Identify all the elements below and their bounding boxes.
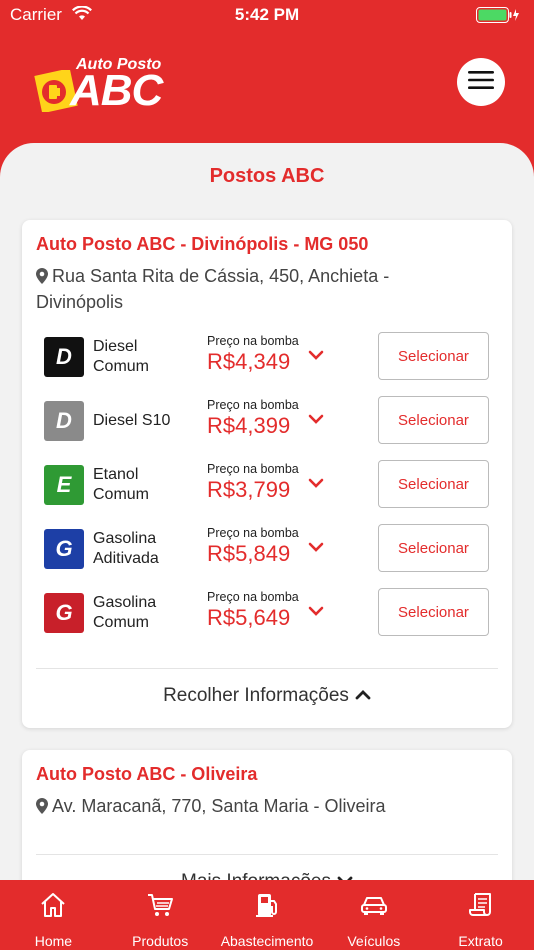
diesel-s10-icon: D <box>44 401 84 441</box>
tab-label: Abastecimento <box>220 933 314 949</box>
gasolina-aditivada-icon: G <box>44 529 84 569</box>
station-address: Av. Maracanã, 770, Santa Maria - Oliveir… <box>36 794 452 820</box>
tab-label: Veículos <box>347 933 401 949</box>
fuel-row: D Diesel Comum Preço na bomba R$4,349 Se… <box>44 332 494 386</box>
select-button[interactable]: Selecionar <box>378 524 489 572</box>
divider <box>36 668 498 669</box>
price-label: Preço na bomba <box>207 590 299 604</box>
receipt-icon <box>467 890 495 920</box>
fuel-name: Etanol Comum <box>93 466 150 503</box>
address-text: Av. Maracanã, 770, Santa Maria - Oliveir… <box>52 796 386 816</box>
select-button[interactable]: Selecionar <box>378 588 489 636</box>
toggle-label: Recolher Informações <box>163 685 349 706</box>
fuel-row: D Diesel S10 Preço na bomba R$4,399 Sele… <box>44 396 494 450</box>
bottom-tab-bar: Home Produtos Abastecimento Veículos Ext… <box>0 880 534 950</box>
select-button[interactable]: Selecionar <box>378 396 489 444</box>
tab-veiculos[interactable]: Veículos <box>320 880 427 950</box>
chevron-up-icon <box>355 684 371 706</box>
chevron-down-icon[interactable] <box>308 347 324 365</box>
tab-produtos[interactable]: Produtos <box>107 880 214 950</box>
tab-abastecimento[interactable]: Abastecimento <box>214 880 321 950</box>
price-value: R$4,349 <box>207 349 291 374</box>
fuel-pump-icon <box>253 890 281 920</box>
clock: 5:42 PM <box>234 5 300 24</box>
collapse-info-toggle[interactable]: Recolher Informações <box>22 684 512 707</box>
chevron-down-icon[interactable] <box>308 411 324 429</box>
tab-label: Extrato <box>458 933 503 949</box>
location-pin-icon <box>36 266 48 290</box>
fuel-row: G Gasolina Aditivada Preço na bomba R$5,… <box>44 524 494 578</box>
etanol-icon: E <box>44 465 84 505</box>
expand-info-toggle[interactable]: Mais Informações <box>22 870 512 880</box>
menu-button[interactable] <box>457 58 505 106</box>
fuel-row: E Etanol Comum Preço na bomba R$3,799 Se… <box>44 460 494 514</box>
status-bar: Carrier 5:42 PM <box>0 0 534 30</box>
price-value: R$3,799 <box>207 477 291 502</box>
app-header: Auto Posto ABC <box>0 30 534 142</box>
price-label: Preço na bomba <box>207 526 299 540</box>
price-value: R$5,649 <box>207 605 291 630</box>
fuel-name: Gasolina Aditivada <box>93 530 159 567</box>
content-sheet: Postos ABC Auto Posto ABC - Divinópolis … <box>0 143 534 880</box>
address-text: Rua Santa Rita de Cássia, 450, Anchieta … <box>36 266 390 312</box>
fuel-name: Diesel S10 <box>93 412 171 429</box>
select-button[interactable]: Selecionar <box>378 460 489 508</box>
hamburger-icon <box>468 70 494 95</box>
price-label: Preço na bomba <box>207 334 299 348</box>
price-label: Preço na bomba <box>207 462 299 476</box>
divider <box>36 854 498 855</box>
select-button[interactable]: Selecionar <box>378 332 489 380</box>
tab-home[interactable]: Home <box>0 880 107 950</box>
tab-label: Produtos <box>132 933 189 949</box>
fuel-name: Gasolina Comum <box>93 594 157 631</box>
battery-icon <box>476 7 520 28</box>
page-title: Postos ABC <box>209 165 325 187</box>
price-value: R$5,849 <box>207 541 291 566</box>
diesel-icon: D <box>44 337 84 377</box>
chevron-down-icon[interactable] <box>308 475 324 493</box>
fuel-row: G Gasolina Comum Preço na bomba R$5,649 … <box>44 588 494 642</box>
tab-label: Home <box>34 933 73 949</box>
home-icon <box>39 890 67 920</box>
station-name: Auto Posto ABC - Divinópolis - MG 050 <box>36 234 369 254</box>
toggle-label: Mais Informações <box>181 871 331 880</box>
station-card: Auto Posto ABC - Divinópolis - MG 050 Ru… <box>22 220 512 728</box>
brand-name: ABC <box>70 66 163 115</box>
price-label: Preço na bomba <box>207 398 299 412</box>
fuel-name: Diesel Comum <box>93 338 150 375</box>
location-pin-icon <box>36 796 48 820</box>
chevron-down-icon[interactable] <box>308 603 324 621</box>
car-icon <box>360 890 388 920</box>
tab-extrato[interactable]: Extrato <box>427 880 534 950</box>
gasolina-comum-icon: G <box>44 593 84 633</box>
station-address: Rua Santa Rita de Cássia, 450, Anchieta … <box>36 264 452 314</box>
station-name: Auto Posto ABC - Oliveira <box>36 764 258 784</box>
chevron-down-icon <box>337 870 353 880</box>
brand-logo: Auto Posto ABC <box>30 54 170 115</box>
chevron-down-icon[interactable] <box>308 539 324 557</box>
cart-icon <box>146 890 174 920</box>
station-card: Auto Posto ABC - Oliveira Av. Maracanã, … <box>22 750 512 880</box>
price-value: R$4,399 <box>207 413 291 438</box>
